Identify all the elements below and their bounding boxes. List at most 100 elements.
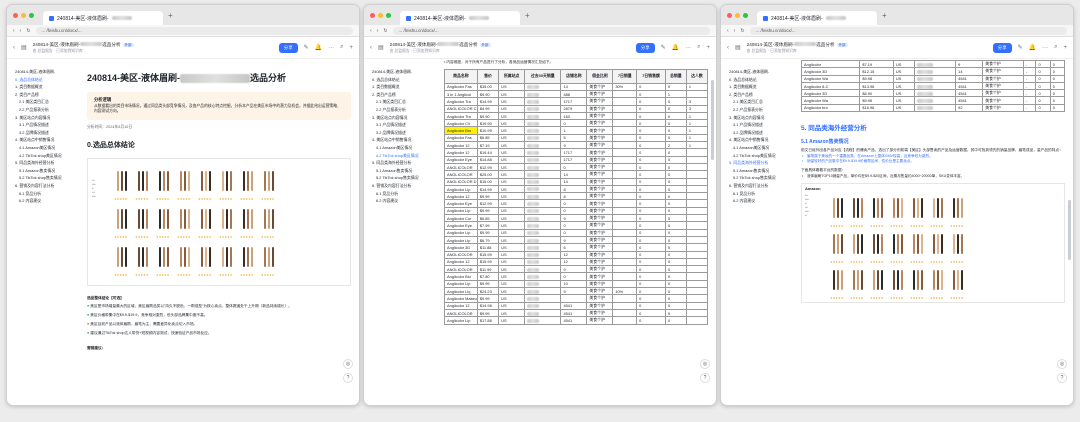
ai-assist-icon[interactable]: ◎: [343, 359, 353, 369]
outline-item[interactable]: 5. 同品类海外经营分析: [372, 159, 438, 167]
back-arrow-icon[interactable]: ‹: [370, 45, 372, 51]
minimize-dot[interactable]: [378, 12, 383, 18]
outline-item[interactable]: 240814-美区-液体眉刷-: [372, 68, 438, 76]
outline-item[interactable]: 3. 美区站点内容情况: [372, 114, 438, 122]
scrollbar[interactable]: [711, 80, 714, 160]
outline-item[interactable]: 2. 类目产品榜: [372, 91, 438, 99]
outline-item[interactable]: 4.2 TikTok shop美区情况: [372, 152, 438, 160]
address-field[interactable]: ... /feishu.cn/docx/...: [749, 26, 1067, 35]
outline-item[interactable]: 4. 美区站点中销售情况: [729, 136, 795, 144]
share-button[interactable]: 分享: [992, 42, 1012, 53]
outline-item[interactable]: 6. 营销及内容打法分析: [15, 182, 81, 190]
add-icon[interactable]: +: [706, 45, 710, 51]
browser-tab[interactable]: 240814-美区-液体眉刷-: [43, 11, 163, 25]
forward-icon[interactable]: ›: [734, 28, 736, 34]
outline-item[interactable]: 2. 类目产品榜: [15, 91, 81, 99]
new-tab-icon[interactable]: +: [168, 11, 173, 20]
outline-item[interactable]: 0. 选品总体结论: [372, 76, 438, 84]
outline-item[interactable]: 1. 类目数据概览: [729, 83, 795, 91]
outline-item[interactable]: 2.2 产品报表分析: [15, 106, 81, 114]
search-icon[interactable]: ⌕: [1054, 44, 1057, 51]
outline-item[interactable]: 6.1 竞品分析: [15, 190, 81, 198]
outline-item[interactable]: 6.2 内容建议: [15, 197, 81, 205]
bell-icon[interactable]: 🔔: [672, 44, 679, 51]
outline-item[interactable]: 4. 美区站点中销售情况: [372, 136, 438, 144]
browser-tab[interactable]: 240814-美区-液体眉刷-: [757, 11, 877, 25]
forward-icon[interactable]: ›: [377, 28, 379, 34]
outline-item[interactable]: 1. 类目数据概览: [372, 83, 438, 91]
maximize-dot[interactable]: [386, 12, 391, 18]
outline-item[interactable]: 240814-美区-液体眉刷-: [729, 68, 795, 76]
outline-item[interactable]: 0. 选品总体结论: [729, 76, 795, 84]
new-tab-icon[interactable]: +: [882, 11, 887, 20]
scrollbar[interactable]: [1068, 200, 1071, 260]
outline-item[interactable]: 5.1 Amazon售卖情况: [729, 167, 795, 175]
outline-item[interactable]: 4.1 Amazon美区情况: [729, 144, 795, 152]
outline-item[interactable]: 5.2 TikTok shop售卖情况: [729, 174, 795, 182]
edit-button[interactable]: ✎: [1018, 44, 1023, 51]
outline-item[interactable]: 4.2 TikTok shop美区情况: [15, 152, 81, 160]
reload-icon[interactable]: ↻: [383, 28, 387, 34]
back-icon[interactable]: ‹: [370, 28, 372, 34]
outline-item[interactable]: 6. 营销及内容打法分析: [372, 182, 438, 190]
outline-item[interactable]: 5.1 Amazon售卖情况: [372, 167, 438, 175]
outline-item[interactable]: 5.2 TikTok shop售卖情况: [372, 174, 438, 182]
share-button[interactable]: 分享: [278, 42, 298, 53]
edit-button[interactable]: ✎: [304, 44, 309, 51]
outline-item[interactable]: 6. 营销及内容打法分析: [729, 182, 795, 190]
bell-icon[interactable]: 🔔: [315, 44, 322, 51]
help-icon[interactable]: ?: [700, 373, 710, 383]
close-dot[interactable]: [370, 12, 375, 18]
outline-item[interactable]: 3.2 品牌情况描述: [372, 129, 438, 137]
close-dot[interactable]: [727, 12, 732, 18]
outline-item[interactable]: 3.2 品牌情况描述: [15, 129, 81, 137]
outline-item[interactable]: 6.2 内容建议: [372, 197, 438, 205]
outline-item[interactable]: 3.2 品牌情况描述: [729, 129, 795, 137]
outline-item[interactable]: 3.1 产品情况描述: [15, 121, 81, 129]
outline-item[interactable]: 2.2 产品报表分析: [372, 106, 438, 114]
outline-item[interactable]: 4.1 Amazon美区情况: [372, 144, 438, 152]
outline-item[interactable]: 1. 类目数据概览: [15, 83, 81, 91]
outline-item[interactable]: 4. 美区站点中销售情况: [15, 136, 81, 144]
add-icon[interactable]: +: [1063, 45, 1067, 51]
outline-item[interactable]: 4.2 TikTok shop美区情况: [729, 152, 795, 160]
reload-icon[interactable]: ↻: [26, 28, 30, 34]
outline-item[interactable]: 2. 类目产品榜: [729, 91, 795, 99]
bell-icon[interactable]: 🔔: [1029, 44, 1036, 51]
edit-button[interactable]: ✎: [661, 44, 666, 51]
reload-icon[interactable]: ↻: [740, 28, 744, 34]
outline-item[interactable]: 6.2 内容建议: [729, 197, 795, 205]
search-icon[interactable]: ⌕: [697, 44, 700, 51]
new-tab-icon[interactable]: +: [525, 11, 530, 20]
more-icon[interactable]: ···: [328, 45, 334, 51]
outline-item[interactable]: 3.1 产品情况描述: [729, 121, 795, 129]
maximize-dot[interactable]: [29, 12, 34, 18]
back-icon[interactable]: ‹: [13, 28, 15, 34]
outline-item[interactable]: 5.2 TikTok shop售卖情况: [15, 174, 81, 182]
close-dot[interactable]: [13, 12, 18, 18]
more-icon[interactable]: ···: [685, 45, 691, 51]
outline-item[interactable]: 240814-美区-液体眉刷-: [15, 68, 81, 76]
outline-item[interactable]: 3.1 产品情况描述: [372, 121, 438, 129]
outline-item[interactable]: 5. 同品类海外经营分析: [729, 159, 795, 167]
ai-assist-icon[interactable]: ◎: [1057, 359, 1067, 369]
outline-item[interactable]: 3. 美区站点内容情况: [15, 114, 81, 122]
address-field[interactable]: ... /feishu.cn/docx/...: [392, 26, 710, 35]
browser-tab[interactable]: 240814-美区-液体眉刷-: [400, 11, 520, 25]
help-icon[interactable]: ?: [1057, 373, 1067, 383]
back-icon[interactable]: ‹: [727, 28, 729, 34]
minimize-dot[interactable]: [735, 12, 740, 18]
maximize-dot[interactable]: [743, 12, 748, 18]
address-field[interactable]: ... /feishu.cn/docx/...: [35, 26, 353, 35]
share-button[interactable]: 分享: [635, 42, 655, 53]
outline-item[interactable]: 2.2 产品报表分析: [729, 106, 795, 114]
more-icon[interactable]: ···: [1042, 45, 1048, 51]
back-arrow-icon[interactable]: ‹: [13, 45, 15, 51]
help-icon[interactable]: ?: [343, 373, 353, 383]
minimize-dot[interactable]: [21, 12, 26, 18]
outline-item[interactable]: 5. 同品类海外经营分析: [15, 159, 81, 167]
outline-item[interactable]: 3. 美区站点内容情况: [729, 114, 795, 122]
outline-item[interactable]: 4.1 Amazon美区情况: [15, 144, 81, 152]
outline-item[interactable]: 5.1 Amazon售卖情况: [15, 167, 81, 175]
outline-item[interactable]: 2.1 美区类目汇总: [15, 98, 81, 106]
